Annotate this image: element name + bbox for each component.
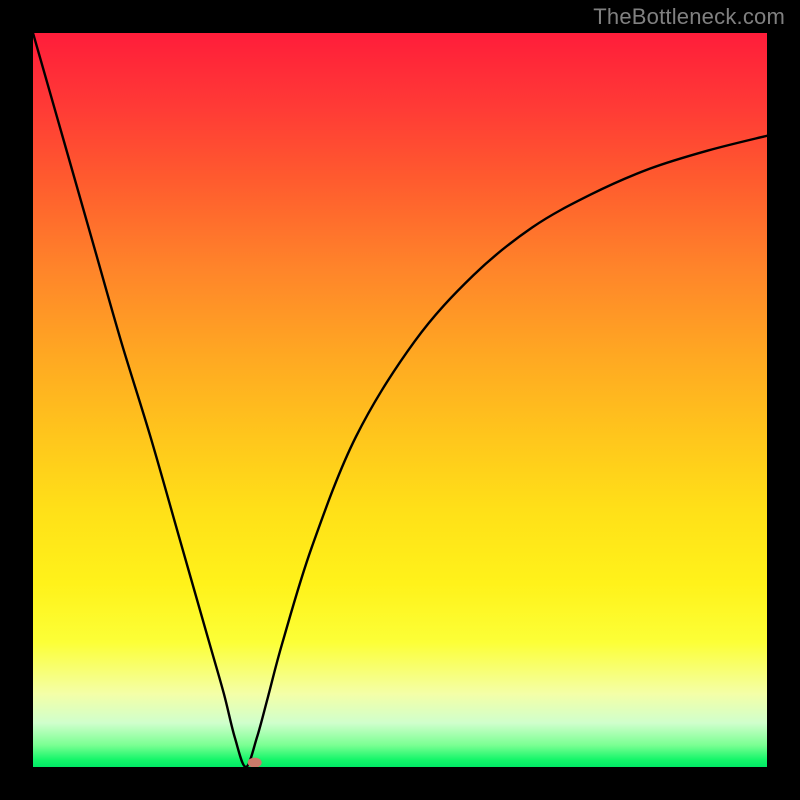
watermark-text: TheBottleneck.com	[593, 4, 785, 30]
chart-frame: TheBottleneck.com	[0, 0, 800, 800]
plot-area	[33, 33, 767, 767]
curve-svg	[33, 33, 767, 767]
bottleneck-curve	[33, 33, 767, 767]
